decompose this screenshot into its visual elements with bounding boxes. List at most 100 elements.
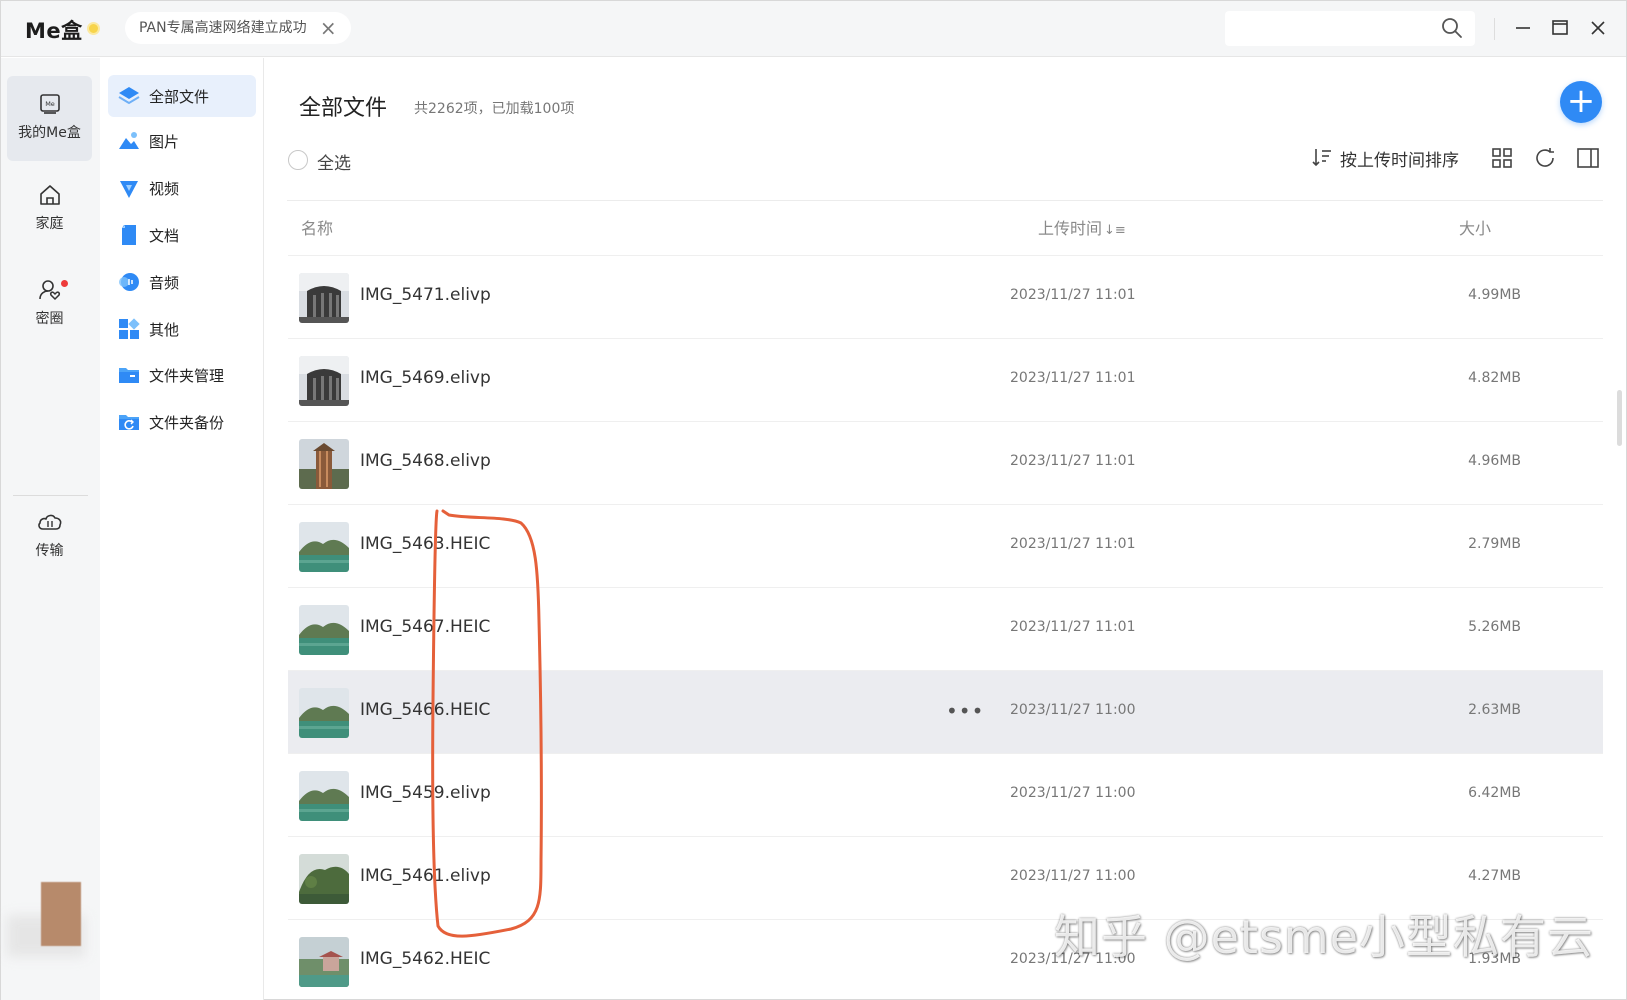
file-size: 4.96MB (1468, 453, 1521, 469)
search-icon[interactable] (1441, 17, 1463, 39)
category-label: 文件夹备份 (149, 414, 225, 432)
rail-label: 密圈 (35, 311, 64, 327)
table-row[interactable]: IMG_5471.elivp 2023/11/27 11:01 4.99MB (288, 255, 1603, 338)
rail-item-transfer[interactable]: 传输 (7, 498, 92, 583)
toolbar-divider (287, 200, 1603, 201)
table-row[interactable]: IMG_5469.elivp 2023/11/27 11:01 4.82MB (288, 338, 1603, 421)
file-size: 4.99MB (1468, 287, 1521, 303)
file-rows: IMG_5471.elivp 2023/11/27 11:01 4.99MB IMG_… (288, 255, 1603, 1000)
file-thumbnail[interactable] (299, 605, 349, 655)
rail-divider (13, 495, 88, 496)
file-size: 6.42MB (1468, 785, 1521, 801)
category-label: 文件夹管理 (149, 367, 225, 385)
file-thumbnail[interactable] (299, 273, 349, 323)
file-size: 4.27MB (1468, 868, 1521, 884)
document-icon (122, 225, 136, 245)
svg-text:Me: Me (45, 100, 55, 108)
more-options-icon[interactable]: ••• (946, 699, 984, 723)
category-folder-manage[interactable]: 文件夹管理 (108, 354, 256, 396)
file-upload-time: 2023/11/27 11:00 (1010, 868, 1136, 884)
file-thumbnail[interactable] (299, 937, 349, 987)
file-upload-time: 2023/11/27 11:01 (1010, 287, 1136, 303)
table-row[interactable]: IMG_5459.elivp 2023/11/27 11:00 6.42MB (288, 753, 1603, 836)
home-icon (39, 185, 60, 205)
other-icon (119, 318, 140, 339)
rail-item-circle[interactable]: 密圈 (7, 264, 92, 349)
file-name[interactable]: IMG_5468.elivp (360, 451, 491, 471)
app-window: Me盒 PAN专属高速网络建立成功 × Me 我的Me盒 家庭 密圈 传输 全部… (0, 0, 1627, 1000)
file-upload-time: 2023/11/27 11:01 (1010, 370, 1136, 386)
file-thumbnail[interactable] (299, 771, 349, 821)
file-size: 5.26MB (1468, 619, 1521, 635)
checkbox-icon[interactable] (288, 150, 308, 170)
file-name[interactable]: IMG_5459.elivp (360, 783, 491, 803)
cloud-transfer-icon (37, 514, 61, 530)
sort-label: 按上传时间排序 (1340, 151, 1459, 171)
file-name[interactable]: IMG_5469.elivp (360, 368, 491, 388)
file-thumbnail[interactable] (299, 854, 349, 904)
file-thumbnail[interactable] (299, 356, 349, 406)
sort-icon (1312, 149, 1331, 167)
sort-desc-icon: ↓≡ (1104, 223, 1126, 238)
file-upload-time: 2023/11/27 11:01 (1010, 536, 1136, 552)
pictures-icon (119, 132, 139, 149)
category-label: 其他 (149, 321, 180, 339)
scrollbar[interactable] (1617, 390, 1622, 446)
file-count: 共2262项，已加载100项 (414, 101, 575, 117)
table-row[interactable]: IMG_5463.HEIC 2023/11/27 11:01 2.79MB (288, 504, 1603, 587)
category-video[interactable]: 视频 (108, 167, 256, 209)
column-header-time-label: 上传时间 (1038, 219, 1103, 238)
rail-item-my-mebox[interactable]: Me 我的Me盒 (7, 76, 92, 161)
category-label: 视频 (149, 180, 180, 198)
maximize-icon[interactable] (1547, 15, 1573, 41)
category-label: 全部文件 (149, 88, 210, 106)
category-other[interactable]: 其他 (108, 308, 256, 350)
category-folder-backup[interactable]: 文件夹备份 (108, 401, 256, 443)
category-label: 音频 (149, 274, 180, 292)
network-notice: PAN专属高速网络建立成功 × (125, 12, 351, 44)
avatar[interactable] (41, 882, 81, 946)
me-box-icon: Me (39, 94, 60, 114)
file-name[interactable]: IMG_5462.HEIC (360, 949, 490, 969)
column-header-size[interactable]: 大小 (1459, 215, 1491, 239)
category-sidebar: 全部文件 图片 视频 文档 音频 其他 文件夹管理 文件夹备份 (100, 58, 264, 1000)
notice-close-icon[interactable]: × (320, 12, 337, 44)
app-logo: Me盒 (25, 19, 83, 43)
notification-badge (61, 280, 68, 287)
title-bar: Me盒 PAN专属高速网络建立成功 × (1, 1, 1626, 57)
notice-text: PAN专属高速网络建立成功 (139, 20, 307, 36)
file-name[interactable]: IMG_5461.elivp (360, 866, 491, 886)
minimize-icon[interactable] (1510, 15, 1536, 41)
refresh-icon[interactable] (1533, 146, 1557, 170)
column-header-name[interactable]: 名称 (301, 215, 333, 239)
add-button[interactable]: + (1560, 81, 1602, 123)
close-window-icon[interactable] (1585, 15, 1611, 41)
file-thumbnail[interactable] (299, 439, 349, 489)
category-document[interactable]: 文档 (108, 214, 256, 256)
file-name[interactable]: IMG_5471.elivp (360, 285, 491, 305)
file-name[interactable]: IMG_5467.HEIC (360, 617, 490, 637)
grid-view-icon[interactable] (1490, 146, 1514, 170)
category-audio[interactable]: 音频 (108, 261, 256, 303)
file-thumbnail[interactable] (299, 522, 349, 572)
watermark: 知乎 @etsme小型私有云 (1054, 910, 1595, 964)
column-header-time[interactable]: 上传时间 ↓≡ (1038, 215, 1126, 239)
status-dot-icon (87, 22, 100, 35)
category-all-files[interactable]: 全部文件 (108, 75, 256, 117)
category-pictures[interactable]: 图片 (108, 120, 256, 162)
file-thumbnail[interactable] (299, 688, 349, 738)
search-input[interactable] (1225, 11, 1475, 46)
table-row[interactable]: IMG_5466.HEIC ••• 2023/11/27 11:00 2.63MB (288, 670, 1603, 753)
file-name[interactable]: IMG_5463.HEIC (360, 534, 490, 554)
rail-item-home[interactable]: 家庭 (7, 169, 92, 254)
rail-label: 我的Me盒 (18, 125, 81, 141)
file-list-panel: 全部文件 共2262项，已加载100项 + 全选 按上传时间排序 名称 上传时间… (265, 58, 1627, 1000)
table-row[interactable]: IMG_5468.elivp 2023/11/27 11:01 4.96MB (288, 421, 1603, 504)
side-panel-icon[interactable] (1576, 146, 1600, 170)
file-name[interactable]: IMG_5466.HEIC (360, 700, 490, 720)
file-upload-time: 2023/11/27 11:01 (1010, 619, 1136, 635)
category-label: 图片 (149, 133, 180, 151)
window-controls-divider (1494, 18, 1495, 40)
page-title: 全部文件 (299, 96, 388, 121)
table-row[interactable]: IMG_5467.HEIC 2023/11/27 11:01 5.26MB (288, 587, 1603, 670)
